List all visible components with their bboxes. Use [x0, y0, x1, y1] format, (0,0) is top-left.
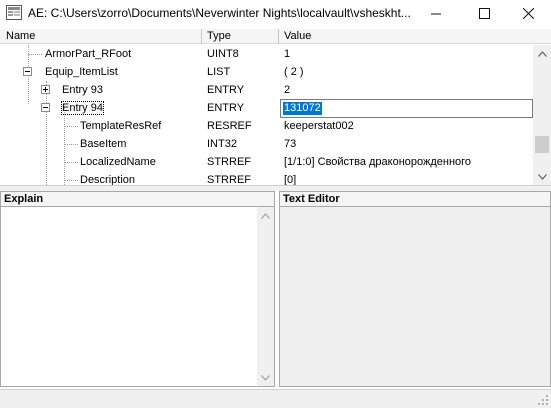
field-value[interactable]: 1	[284, 48, 290, 60]
scroll-down-button[interactable]	[257, 369, 274, 386]
column-header-name[interactable]: Name	[6, 30, 35, 42]
maximize-icon	[478, 7, 490, 19]
field-name: ArmorPart_RFoot	[45, 48, 132, 60]
explain-pane-title: Explain	[1, 192, 274, 207]
collapse-icon[interactable]	[41, 103, 50, 112]
field-type: ENTRY	[207, 102, 245, 114]
status-bar	[0, 389, 551, 408]
column-divider[interactable]	[201, 29, 202, 44]
chevron-up-icon	[537, 50, 547, 57]
scroll-thumb[interactable]	[535, 136, 549, 153]
table-row[interactable]: Description STRREF [0]	[0, 171, 533, 185]
close-button[interactable]	[505, 0, 551, 26]
scroll-down-button[interactable]	[533, 168, 551, 185]
field-value[interactable]: [1/1:0] Свойства драконорожденного	[284, 156, 471, 168]
table-row[interactable]: Entry 93 ENTRY 2	[0, 81, 533, 99]
minimize-icon	[430, 13, 441, 14]
field-name: Entry 94	[61, 101, 104, 115]
value-edit-field[interactable]: 131072	[280, 99, 533, 118]
expand-icon[interactable]	[41, 85, 50, 94]
collapse-icon[interactable]	[23, 67, 32, 76]
field-type: UINT8	[207, 48, 239, 60]
field-type: ENTRY	[207, 84, 245, 96]
table-row[interactable]: LocalizedName STRREF [1/1:0] Свойства др…	[0, 153, 533, 171]
chevron-down-icon	[537, 173, 547, 180]
field-tree-grid[interactable]: Name Type Value ArmorPart_RFoot UINT8 1 …	[0, 29, 551, 185]
field-type: STRREF	[207, 156, 251, 168]
table-row[interactable]: TemplateResRef RESREF keeperstat002	[0, 117, 533, 135]
title-bar: AE: C:\Users\zorro\Documents\Neverwinter…	[0, 0, 551, 26]
field-type: STRREF	[207, 174, 251, 185]
scroll-up-button[interactable]	[533, 45, 551, 62]
table-row-selected[interactable]: Entry 94 ENTRY 131072	[0, 99, 533, 118]
field-name: BaseItem	[80, 138, 127, 150]
field-value[interactable]: ( 2 )	[284, 66, 304, 78]
minimize-button[interactable]	[413, 0, 459, 26]
field-value[interactable]: [0]	[284, 174, 296, 185]
selected-value-text[interactable]: 131072	[283, 102, 322, 115]
table-row[interactable]: Equip_ItemList LIST ( 2 )	[0, 63, 533, 81]
text-editor-pane-title: Text Editor	[280, 192, 550, 207]
scroll-up-button[interactable]	[257, 207, 274, 224]
field-value[interactable]: 73	[284, 138, 296, 150]
text-editor-pane[interactable]: Text Editor	[279, 191, 551, 387]
chevron-down-icon	[261, 374, 270, 381]
field-name: Equip_ItemList	[45, 66, 118, 78]
maximize-button[interactable]	[461, 0, 507, 26]
grid-vertical-scrollbar[interactable]	[533, 45, 551, 185]
column-header-value[interactable]: Value	[284, 30, 311, 42]
grid-body: ArmorPart_RFoot UINT8 1 Equip_ItemList L…	[0, 45, 533, 185]
resize-grip-icon[interactable]	[537, 394, 549, 406]
column-divider[interactable]	[278, 29, 279, 44]
field-name: LocalizedName	[80, 156, 156, 168]
app-icon	[6, 5, 22, 20]
field-name: Entry 93	[62, 84, 103, 96]
close-icon	[522, 7, 534, 19]
grid-header: Name Type Value	[0, 29, 551, 44]
field-type: LIST	[207, 66, 231, 78]
chevron-up-icon	[261, 212, 270, 219]
window-title: AE: C:\Users\zorro\Documents\Neverwinter…	[28, 6, 411, 20]
table-row[interactable]: ArmorPart_RFoot UINT8 1	[0, 45, 533, 63]
field-name: Description	[80, 174, 136, 185]
field-value[interactable]: 2	[284, 84, 290, 96]
explain-vertical-scrollbar[interactable]	[257, 207, 274, 386]
field-value[interactable]: keeperstat002	[284, 120, 354, 132]
field-name: TemplateResRef	[80, 120, 162, 132]
column-header-type[interactable]: Type	[207, 30, 231, 42]
field-type: RESREF	[207, 120, 252, 132]
field-type: INT32	[207, 138, 237, 150]
explain-pane: Explain	[0, 191, 275, 387]
table-row[interactable]: BaseItem INT32 73	[0, 135, 533, 153]
